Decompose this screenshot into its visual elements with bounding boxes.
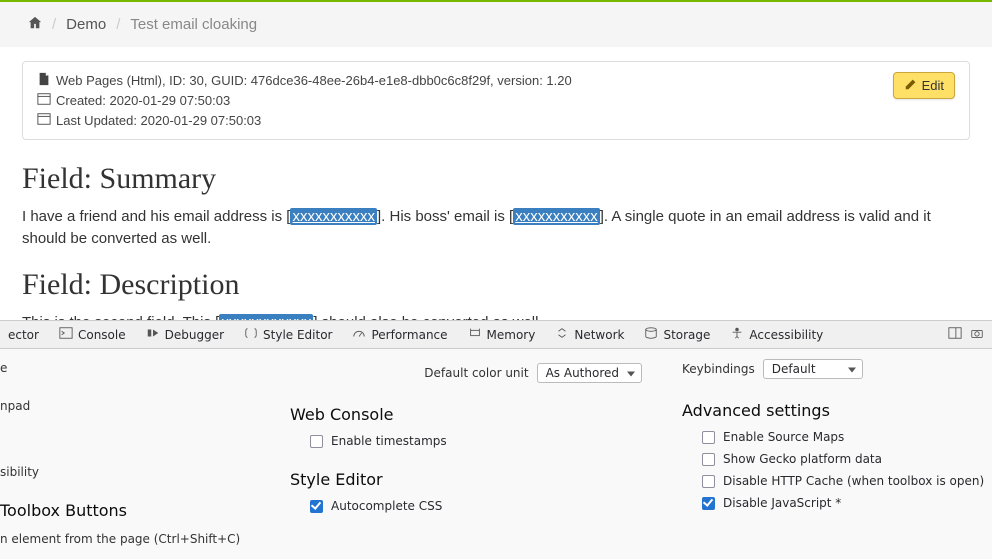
tab-style-editor[interactable]: Style Editor [236, 321, 340, 348]
tab-inspector[interactable]: ector [0, 321, 47, 348]
storage-icon [644, 326, 658, 343]
cloaked-email[interactable]: xxxxxxxxxxx [290, 208, 377, 225]
option-row[interactable]: sibility [0, 461, 290, 483]
enable-timestamps-label: Enable timestamps [331, 434, 447, 448]
updated-line: Last Updated: 2020-01-29 07:50:03 [56, 113, 261, 128]
debugger-icon [146, 326, 160, 343]
page-body: Field: Summary I have a friend and his e… [0, 150, 992, 333]
style-editor-heading: Style Editor [290, 470, 682, 489]
page-meta: Web Pages (Html), ID: 30, GUID: 476dce36… [56, 73, 572, 88]
default-color-select[interactable]: As Authored [537, 363, 642, 383]
autocomplete-css-checkbox[interactable] [310, 500, 323, 513]
camera-icon[interactable] [970, 326, 984, 343]
breadcrumb-sep: / [52, 16, 56, 33]
file-icon [37, 72, 51, 89]
pick-element-option[interactable]: n element from the page (Ctrl+Shift+C) [0, 528, 290, 550]
description-heading: Field: Description [22, 268, 970, 302]
memory-icon [468, 326, 482, 343]
edit-label: Edit [922, 78, 944, 93]
gecko-label: Show Gecko platform data [723, 452, 882, 466]
devtools-panel: ector Console Debugger Style Editor Perf… [0, 320, 992, 559]
keybindings-label: Keybindings [682, 362, 755, 376]
tab-debugger[interactable]: Debugger [138, 321, 232, 348]
devtools-tabbar: ector Console Debugger Style Editor Perf… [0, 321, 992, 349]
gauge-icon [352, 326, 366, 343]
devtools-right-col: Keybindings Default Advanced settings En… [682, 349, 992, 559]
source-maps-checkbox[interactable] [702, 431, 715, 444]
autocomplete-css-label: Autocomplete CSS [331, 499, 442, 513]
web-console-heading: Web Console [290, 405, 682, 424]
disable-js-label: Disable JavaScript * [723, 496, 841, 510]
summary-text: I have a friend and his email address is… [22, 208, 290, 225]
tab-memory[interactable]: Memory [460, 321, 544, 348]
default-color-label: Default color unit [424, 366, 528, 380]
option-row[interactable]: npad [0, 395, 290, 417]
devtools-mid-col: Default color unit As Authored Web Conso… [290, 349, 682, 559]
breadcrumb: / Demo / Test email cloaking [0, 2, 992, 47]
pencil-icon [904, 77, 918, 94]
toolbox-buttons-heading: Toolbox Buttons [0, 501, 290, 520]
disable-js-checkbox[interactable] [702, 497, 715, 510]
summary-text: ]. His boss' email is [ [377, 208, 513, 225]
tab-performance[interactable]: Performance [344, 321, 455, 348]
tab-storage[interactable]: Storage [636, 321, 718, 348]
console-icon [59, 326, 73, 343]
page-info-panel: Web Pages (Html), ID: 30, GUID: 476dce36… [22, 61, 970, 140]
home-icon[interactable] [28, 16, 42, 34]
style-icon [244, 326, 258, 343]
http-cache-checkbox[interactable] [702, 475, 715, 488]
accessibility-icon [730, 326, 744, 343]
gecko-checkbox[interactable] [702, 453, 715, 466]
advanced-settings-heading: Advanced settings [682, 401, 992, 420]
tab-console[interactable]: Console [51, 321, 134, 348]
keybindings-select[interactable]: Default [763, 359, 863, 379]
breadcrumb-current: Test email cloaking [130, 16, 257, 33]
cloaked-email[interactable]: xxxxxxxxxxx [513, 208, 600, 225]
devtools-left-col: e npad sibility Toolbox Buttons n elemen… [0, 349, 290, 559]
dock-icon[interactable] [948, 326, 962, 343]
enable-timestamps-checkbox[interactable] [310, 435, 323, 448]
network-icon [555, 326, 569, 343]
summary-paragraph: I have a friend and his email address is… [22, 206, 970, 250]
option-row[interactable]: e [0, 357, 290, 379]
created-line: Created: 2020-01-29 07:50:03 [56, 93, 230, 108]
edit-button[interactable]: Edit [893, 72, 955, 99]
breadcrumb-sep: / [116, 16, 120, 33]
tab-accessibility[interactable]: Accessibility [722, 321, 831, 348]
source-maps-label: Enable Source Maps [723, 430, 844, 444]
http-cache-label: Disable HTTP Cache (when toolbox is open… [723, 474, 984, 488]
breadcrumb-item[interactable]: Demo [66, 16, 106, 33]
tab-network[interactable]: Network [547, 321, 632, 348]
summary-heading: Field: Summary [22, 162, 970, 196]
calendar-icon [37, 92, 51, 109]
calendar-icon [37, 112, 51, 129]
